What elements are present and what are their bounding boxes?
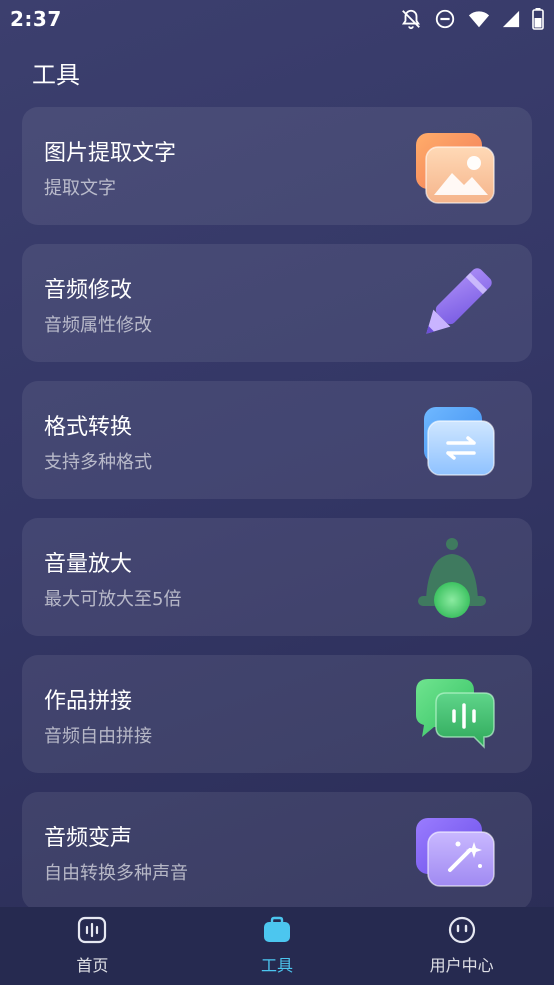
tool-card-image-ocr[interactable]: 图片提取文字 提取文字 xyxy=(22,107,532,225)
tool-card-audio-edit[interactable]: 音频修改 音频属性修改 xyxy=(22,244,532,362)
card-title: 图片提取文字 xyxy=(44,141,177,166)
card-subtitle: 自由转换多种声音 xyxy=(44,863,188,884)
card-subtitle: 音频自由拼接 xyxy=(44,726,152,747)
bottom-nav: 首页 工具 用户中心 xyxy=(0,907,554,985)
card-subtitle: 提取文字 xyxy=(44,178,116,199)
audio-wave-icon xyxy=(77,916,107,948)
bell-icon xyxy=(414,538,498,618)
nav-label: 工具 xyxy=(260,956,293,975)
status-icons xyxy=(400,8,544,30)
magic-wand-icon xyxy=(414,812,498,892)
card-subtitle: 支持多种格式 xyxy=(44,452,152,473)
card-title: 音频变声 xyxy=(44,826,133,851)
nav-label: 首页 xyxy=(76,956,109,975)
toolbox-icon xyxy=(262,916,292,948)
wifi-icon xyxy=(468,9,490,29)
status-bar: 2:37 xyxy=(0,0,554,38)
pen-icon xyxy=(414,264,498,344)
tool-card-format-convert[interactable]: 格式转换 支持多种格式 xyxy=(22,381,532,499)
notifications-off-icon xyxy=(400,8,422,30)
cellular-signal-icon xyxy=(502,10,520,28)
card-title: 音频修改 xyxy=(44,278,133,303)
tool-card-volume-boost[interactable]: 音量放大 最大可放大至5倍 xyxy=(22,518,532,636)
chat-bubbles-icon xyxy=(414,675,498,755)
user-face-icon xyxy=(447,916,477,948)
card-subtitle: 最大可放大至5倍 xyxy=(44,589,182,610)
nav-label: 用户中心 xyxy=(429,956,494,975)
nav-user-center[interactable]: 用户中心 xyxy=(402,916,522,976)
card-subtitle: 音频属性修改 xyxy=(44,315,152,336)
card-title: 音量放大 xyxy=(44,552,133,577)
swap-icon xyxy=(414,401,498,481)
nav-home[interactable]: 首页 xyxy=(32,916,152,976)
card-title: 格式转换 xyxy=(44,415,133,440)
battery-icon xyxy=(532,8,544,30)
tool-card-voice-change[interactable]: 音频变声 自由转换多种声音 xyxy=(22,792,532,910)
status-time: 2:37 xyxy=(10,7,62,31)
image-icon xyxy=(414,127,498,207)
nav-tools[interactable]: 工具 xyxy=(217,916,337,976)
do-not-disturb-icon xyxy=(434,8,456,30)
tool-card-audio-splice[interactable]: 作品拼接 音频自由拼接 xyxy=(22,655,532,773)
page-title: 工具 xyxy=(32,61,80,89)
card-title: 作品拼接 xyxy=(44,689,133,714)
